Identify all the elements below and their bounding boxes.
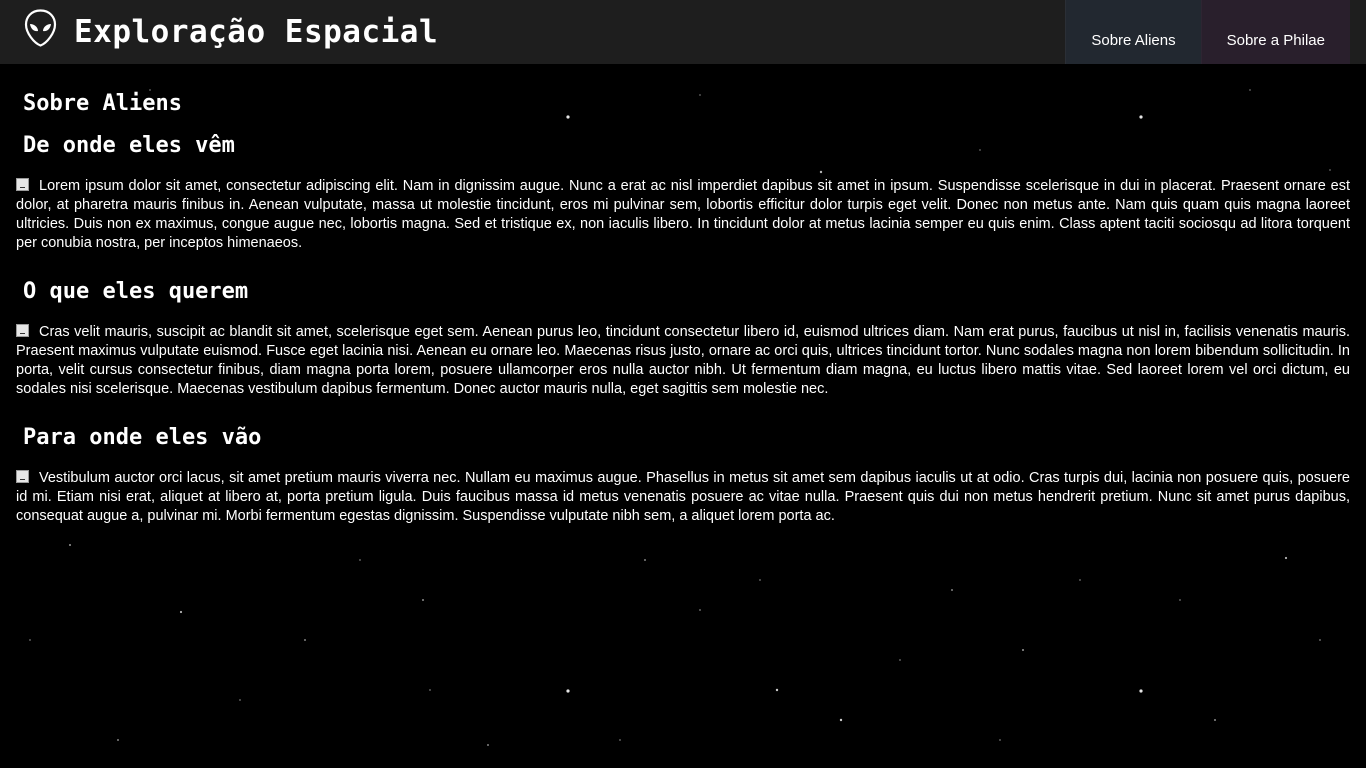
section-title: Para onde eles vão <box>23 425 262 450</box>
broken-image-icon <box>16 324 29 337</box>
page-title: Sobre Aliens <box>23 91 182 116</box>
paragraph-text: Lorem ipsum dolor sit amet, consectetur … <box>16 178 1350 251</box>
section-title: O que eles querem <box>23 279 249 304</box>
section-paragraph: Vestibulum auctor orci lacus, sit amet p… <box>16 469 1350 526</box>
section-o-que-eles-querem: O que eles querem Cras velit mauris, sus… <box>16 278 1350 399</box>
nav-link-sobre-a-philae[interactable]: Sobre a Philae <box>1200 0 1350 64</box>
section-paragraph: Lorem ipsum dolor sit amet, consectetur … <box>16 177 1350 253</box>
alien-head-icon <box>24 9 57 47</box>
broken-image-icon <box>16 178 29 191</box>
section-paragraph: Cras velit mauris, suscipit ac blandit s… <box>16 323 1350 399</box>
section-title: De onde eles vêm <box>23 133 235 158</box>
section-para-onde-eles-vao: Para onde eles vão Vestibulum auctor orc… <box>16 424 1350 526</box>
site-title: Exploração Espacial <box>74 14 439 50</box>
nav-link-sobre-aliens[interactable]: Sobre Aliens <box>1065 0 1201 64</box>
main-content: Sobre Aliens De onde eles vêm Lorem ipsu… <box>16 64 1350 526</box>
broken-image-icon <box>16 470 29 483</box>
paragraph-text: Vestibulum auctor orci lacus, sit amet p… <box>16 470 1350 524</box>
paragraph-text: Cras velit mauris, suscipit ac blandit s… <box>16 324 1350 397</box>
top-navigation-bar: Exploração Espacial Sobre Aliens Sobre a… <box>0 0 1366 64</box>
section-de-onde-eles-vem: De onde eles vêm Lorem ipsum dolor sit a… <box>16 132 1350 253</box>
main-nav: Sobre Aliens Sobre a Philae <box>1065 0 1350 64</box>
